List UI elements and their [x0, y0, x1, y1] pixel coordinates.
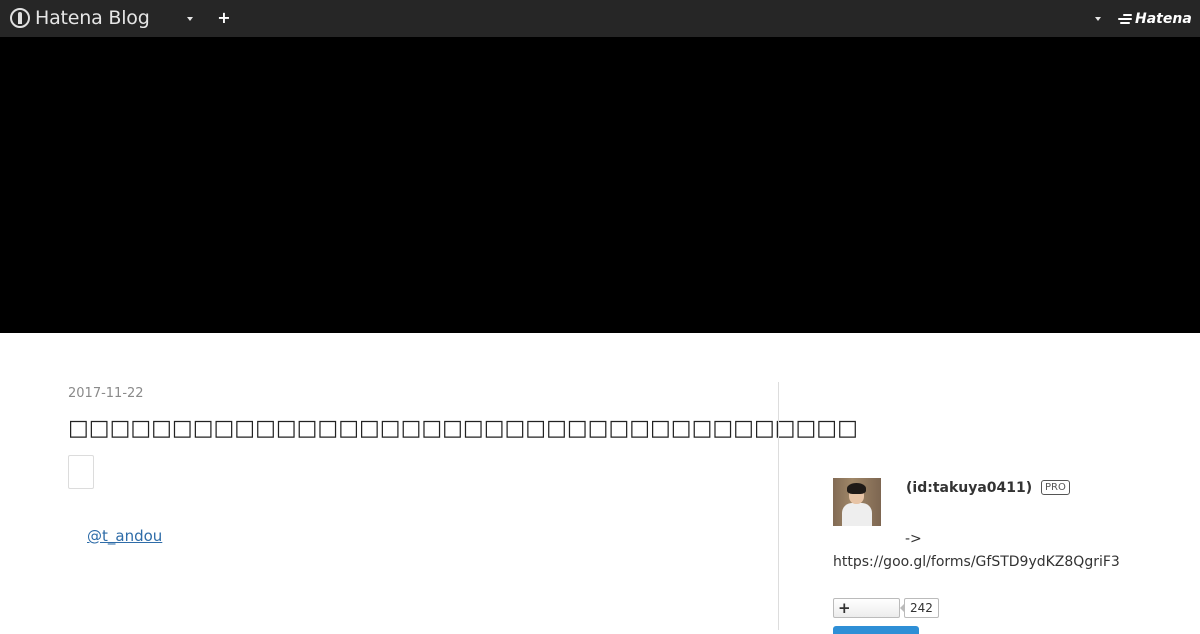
hatena-blog-logo[interactable]: Hatena Blog [10, 7, 150, 29]
blog-menu-chevron-down-icon[interactable] [187, 17, 193, 21]
share-button-placeholder[interactable] [68, 455, 94, 489]
hatena-brand-text: Hatena [1135, 11, 1192, 27]
avatar[interactable] [833, 478, 881, 526]
pro-badge: PRO [1041, 480, 1070, 495]
follow-button[interactable]: + [833, 598, 900, 618]
global-header: Hatena Blog + Hatena [0, 0, 1200, 37]
article-date[interactable]: 2017-11-22 [68, 386, 144, 401]
add-button[interactable]: + [216, 9, 232, 27]
follower-count: 242 [900, 598, 939, 618]
profile-form-url: https://goo.gl/forms/GfSTD9ydKZ8QgriF3 [833, 554, 1120, 570]
article-title[interactable]: □□□□□□□□□□□□□□□□□□□□□□□□□□□□□□□□□□□□□□ [68, 416, 858, 441]
subscribe-button[interactable] [833, 626, 919, 634]
hatena-brand-link[interactable]: Hatena [1118, 9, 1192, 29]
column-divider [778, 382, 779, 630]
hatena-blog-logo-icon [10, 8, 30, 28]
profile-description-arrow: -> [905, 531, 922, 547]
plus-icon: + [838, 599, 851, 617]
logo-text: Hatena Blog [35, 7, 150, 29]
hatena-brand-icon [1118, 13, 1132, 25]
blog-header-image [0, 37, 1200, 333]
profile-id[interactable]: (id:takuya0411) [906, 480, 1032, 496]
account-menu-chevron-down-icon[interactable] [1095, 17, 1101, 21]
author-link[interactable]: @t_andou [87, 527, 162, 545]
